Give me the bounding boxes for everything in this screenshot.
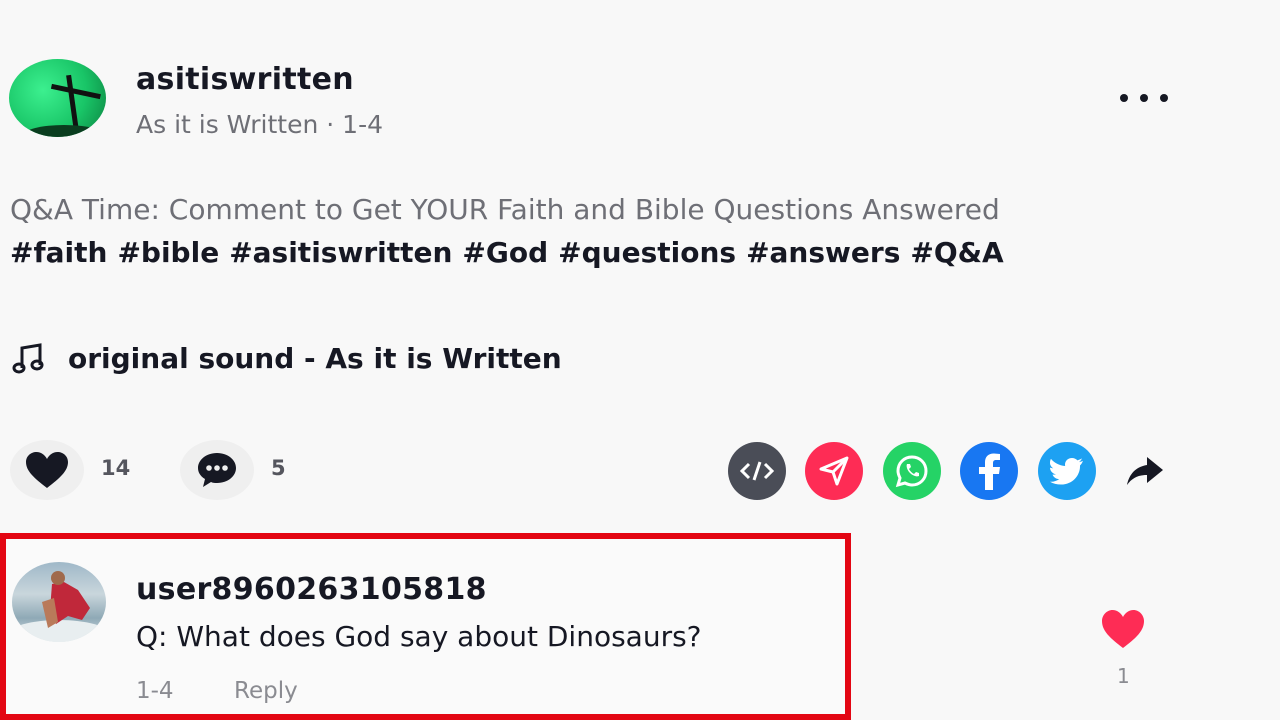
cross-icon [24,74,104,137]
hashtag[interactable]: #God [462,236,548,269]
comment-button[interactable] [180,440,254,500]
sound-label: original sound - As it is Written [68,341,562,375]
creator-subline: As it is Written · 1-4 [136,110,384,139]
twitter-bird-icon [1050,457,1083,485]
hashtag[interactable]: #asitiswritten [229,236,452,269]
comment-bubble-icon [198,453,236,487]
hashtag[interactable]: #questions [558,236,736,269]
commenter-avatar[interactable] [12,562,106,642]
heart-icon [26,452,68,488]
comment-heart-icon[interactable] [1100,608,1146,650]
paper-plane-icon [819,456,849,486]
sound-link[interactable]: original sound - As it is Written [10,338,562,378]
more-share-button[interactable] [1120,446,1170,496]
comment-like-count: 1 [1117,664,1130,688]
hashtag[interactable]: #Q&A [910,236,1003,269]
like-count: 14 [101,456,131,480]
facebook-share-button[interactable] [960,442,1018,500]
caption-text: Q&A Time: Comment to Get YOUR Faith and … [10,193,1000,226]
facebook-icon [979,453,1000,490]
post-caption: Q&A Time: Comment to Get YOUR Faith and … [10,188,1180,274]
comment-text: Q: What does God say about Dinosaurs? [136,620,702,653]
like-button[interactable] [10,440,84,500]
twitter-share-button[interactable] [1038,442,1096,500]
comment-date: 1-4 [136,678,174,704]
more-options-icon[interactable] [1114,80,1174,116]
commenter-username[interactable]: user8960263105818 [136,572,487,607]
comment-count: 5 [271,456,286,480]
music-note-icon [12,343,44,374]
hashtag[interactable]: #answers [746,236,900,269]
hashtag[interactable]: #bible [117,236,219,269]
send-to-friends-button[interactable] [805,442,863,500]
creator-username[interactable]: asitiswritten [136,62,354,97]
share-arrow-icon [1127,457,1163,485]
hashtag[interactable]: #faith [10,236,107,269]
embed-button[interactable] [728,442,786,500]
reply-button[interactable]: Reply [234,678,298,704]
whatsapp-icon [895,455,928,488]
avatar-figure-icon [12,571,106,642]
code-embed-icon [740,461,774,481]
creator-avatar[interactable] [9,59,106,137]
whatsapp-share-button[interactable] [883,442,941,500]
